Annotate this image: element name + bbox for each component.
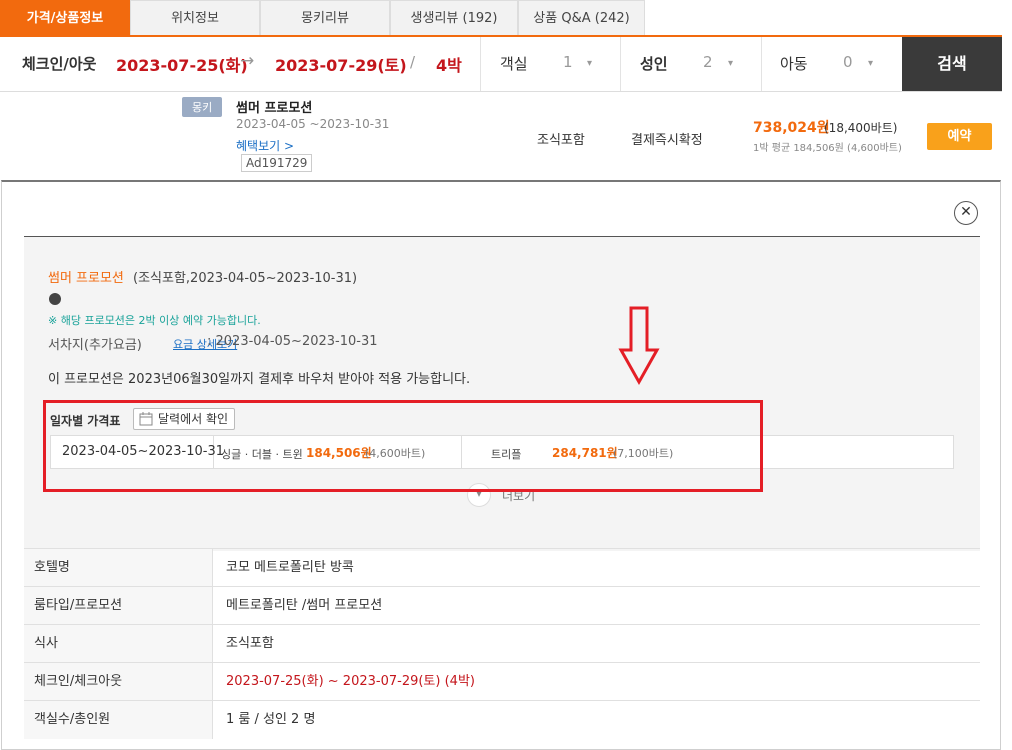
info-value: 메트로폴리탄 /썸머 프로모션	[226, 598, 383, 613]
nights-count: 4박	[436, 56, 462, 75]
payment-info: 결제즉시확정	[631, 133, 703, 148]
info-row-meal: 식사 조식포함	[24, 624, 980, 663]
chevron-down-icon: ▾	[587, 58, 593, 69]
reserve-button[interactable]: 예약	[927, 123, 992, 150]
info-row-dates: 체크인/체크아웃 2023-07-25(화) ~ 2023-07-29(토) (…	[24, 662, 980, 701]
tab-qna[interactable]: 상품 Q&A (242)	[518, 0, 645, 35]
children-select[interactable]: 0	[843, 53, 853, 71]
date-slash: /	[410, 53, 416, 71]
info-key: 호텔명	[24, 549, 213, 587]
adults-select[interactable]: 2	[703, 53, 713, 71]
checkout-date[interactable]: 2023-07-29(토)	[275, 52, 407, 76]
checkin-date[interactable]: 2023-07-25(화)	[116, 52, 248, 76]
info-value: 조식포함	[226, 636, 274, 651]
avg-price: 1박 평균 184,506원 (4,600바트)	[753, 143, 902, 154]
rooms-label: 객실	[500, 55, 528, 73]
tab-live-review[interactable]: 생생리뷰 (192)	[390, 0, 518, 35]
info-key: 식사	[24, 625, 213, 663]
info-key: 객실수/총인원	[24, 701, 213, 739]
adults-label: 성인	[640, 55, 668, 73]
promo-title: 썸머 프로모션	[236, 101, 313, 116]
benefit-link[interactable]: 혜택보기 >	[236, 137, 294, 154]
tab-monkey-review[interactable]: 몽키리뷰	[260, 0, 390, 35]
promo-notice: ※ 해당 프로모션은 2박 이상 예약 가능합니다.	[48, 314, 261, 327]
close-icon[interactable]: ✕	[954, 201, 978, 225]
chevron-down-icon: ▾	[728, 58, 734, 69]
ad-code: Ad191729	[241, 154, 313, 172]
info-row-room: 룸타입/프로모션 메트로폴리탄 /썸머 프로모션	[24, 586, 980, 625]
chevron-down-icon: ▾	[868, 58, 874, 69]
surcharge-period: : 2023-04-05~2023-10-31	[207, 334, 378, 349]
children-label: 아동	[780, 55, 808, 73]
promo-period: 2023-04-05 ~2023-10-31	[236, 117, 390, 131]
date-arrow: →	[240, 51, 255, 71]
monkey-badge: 몽키	[182, 97, 223, 117]
meal-info: 조식포함	[537, 133, 585, 148]
info-value: 코모 메트로폴리탄 방콕	[226, 560, 354, 575]
total-price: 738,024원	[753, 120, 830, 136]
info-row-guests: 객실수/총인원 1 룸 / 성인 2 명	[24, 700, 980, 739]
promo-name: 썸머 프로모션	[48, 271, 124, 286]
info-value: 1 룸 / 성인 2 명	[226, 712, 316, 727]
tab-location[interactable]: 위치정보	[130, 0, 260, 35]
bullet-dot	[49, 293, 61, 305]
surcharge-label: 서차지(추가요금)	[48, 338, 142, 353]
divider	[480, 37, 481, 91]
highlight-annotation-box	[43, 400, 763, 492]
info-key: 체크인/체크아웃	[24, 663, 213, 701]
tab-bar: 가격/상품정보 위치정보 몽키리뷰 생생리뷰 (192) 상품 Q&A (242…	[0, 0, 1002, 35]
total-price-baht: (18,400바트)	[824, 121, 898, 135]
voucher-note: 이 프로모션은 2023년06월30일까지 결제후 바우처 받아야 적용 가능합…	[48, 372, 471, 387]
divider	[761, 37, 762, 91]
tab-price-info[interactable]: 가격/상품정보	[0, 0, 130, 35]
checkin-label: 체크인/아웃	[22, 55, 97, 73]
search-button[interactable]: 검색	[902, 37, 1002, 91]
promo-info: (조식포함,2023-04-05~2023-10-31)	[133, 271, 358, 286]
down-arrow-annotation	[618, 306, 660, 386]
search-bar: 체크인/아웃 2023-07-25(화) → 2023-07-29(토) / 4…	[0, 37, 1002, 92]
divider	[620, 37, 621, 91]
info-row-hotel: 호텔명 코모 메트로폴리탄 방콕	[24, 548, 980, 587]
rooms-select[interactable]: 1	[563, 53, 573, 71]
info-value: 2023-07-25(화) ~ 2023-07-29(토) (4박)	[226, 674, 475, 689]
info-key: 룸타입/프로모션	[24, 587, 213, 625]
